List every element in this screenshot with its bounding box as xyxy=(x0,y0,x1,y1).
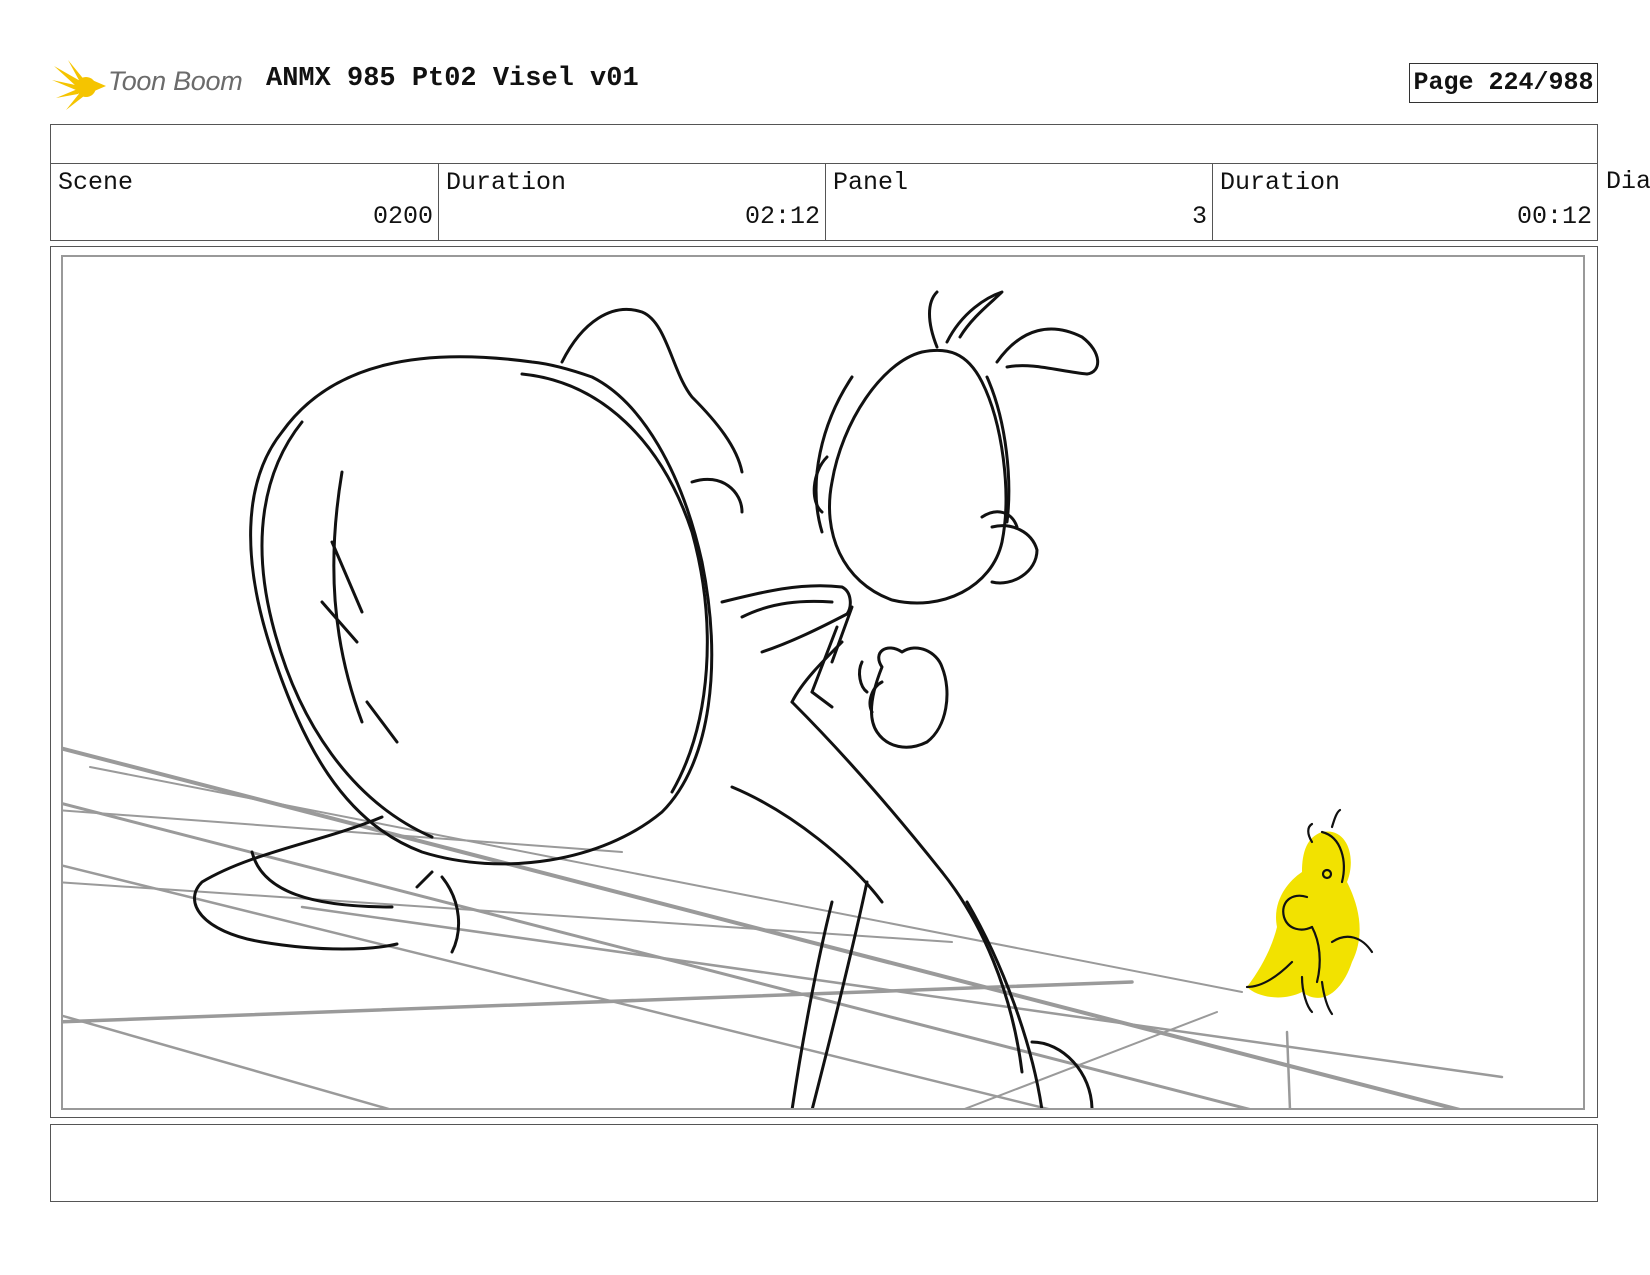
scene-label: Scene xyxy=(58,168,134,197)
header-strip xyxy=(50,124,1598,164)
toon-boom-logo: Toon Boom xyxy=(52,58,252,112)
toon-boom-logo-icon xyxy=(52,60,106,110)
scene-info-row: Scene 0200 Duration 02:12 Panel 3 Durati… xyxy=(50,163,1598,241)
scene-duration-cell: Duration 02:12 xyxy=(438,164,825,240)
scene-duration-value: 02:12 xyxy=(744,202,820,231)
panel-value: 3 xyxy=(1191,202,1207,231)
small-yellow-character xyxy=(1245,808,1374,1016)
dialogue-label: Dia xyxy=(1606,167,1650,196)
scene-cell: Scene 0200 xyxy=(51,164,438,240)
logo-text: Toon Boom xyxy=(108,66,243,96)
panel-label: Panel xyxy=(833,168,909,197)
panel-cell: Panel 3 xyxy=(825,164,1212,240)
storyboard-panel xyxy=(61,255,1585,1110)
panel-duration-value: 00:12 xyxy=(1516,202,1592,231)
storyboard-sketch xyxy=(63,290,1504,1108)
panel-duration-label: Duration xyxy=(1220,168,1341,197)
panel-duration-cell: Duration 00:12 xyxy=(1212,164,1597,240)
scene-duration-label: Duration xyxy=(446,168,567,197)
dialogue-notes-area xyxy=(50,1124,1598,1202)
document-title: ANMX 985 Pt02 Visel v01 xyxy=(266,64,639,94)
page-indicator: Page 224/988 xyxy=(1409,63,1598,103)
scene-value: 0200 xyxy=(372,202,433,231)
